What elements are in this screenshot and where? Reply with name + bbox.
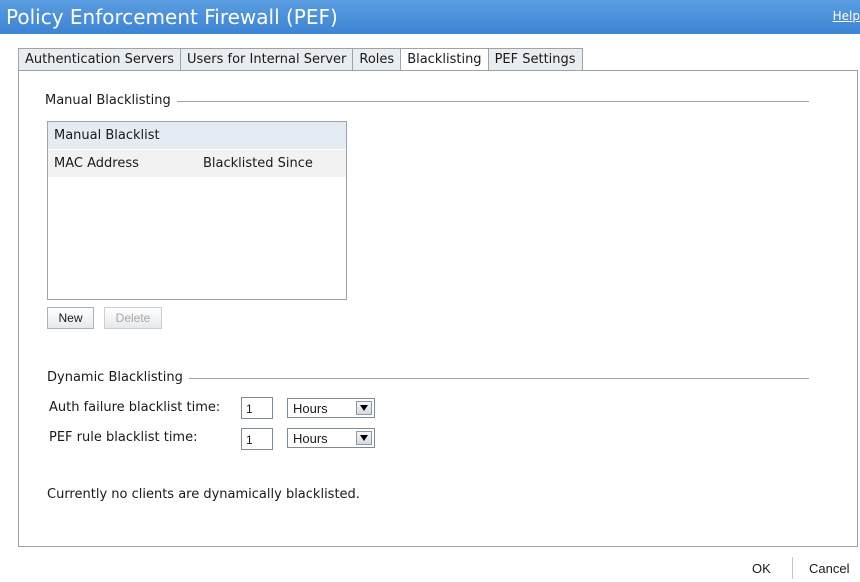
pef-rule-time-input[interactable]: 1 bbox=[241, 428, 273, 450]
tab-blacklisting[interactable]: Blacklisting bbox=[400, 48, 488, 71]
tab-pef-settings[interactable]: PEF Settings bbox=[487, 48, 583, 71]
table-column-headers: MAC Address Blacklisted Since bbox=[48, 150, 346, 177]
cancel-button[interactable]: Cancel bbox=[809, 561, 849, 576]
auth-failure-unit-select[interactable]: Hours bbox=[287, 398, 375, 418]
ok-button[interactable]: OK bbox=[752, 561, 771, 576]
pef-rule-unit-select[interactable]: Hours bbox=[287, 428, 375, 448]
blacklisting-panel: Manual Blacklisting Manual Blacklist MAC… bbox=[18, 70, 858, 547]
help-link[interactable]: Help bbox=[833, 9, 860, 23]
delete-button[interactable]: Delete bbox=[104, 307, 162, 329]
footer-divider bbox=[792, 557, 793, 579]
auth-failure-unit-value: Hours bbox=[293, 401, 328, 416]
tab-users-for-internal-server[interactable]: Users for Internal Server bbox=[179, 48, 353, 71]
pef-rule-label: PEF rule blacklist time: bbox=[49, 430, 198, 445]
chevron-down-icon[interactable] bbox=[356, 401, 372, 415]
column-mac-address[interactable]: MAC Address bbox=[54, 150, 139, 177]
auth-failure-time-input[interactable]: 1 bbox=[241, 397, 273, 419]
tab-bar: Authentication Servers Users for Interna… bbox=[18, 48, 583, 71]
manual-blacklist-table[interactable]: Manual Blacklist MAC Address Blacklisted… bbox=[47, 121, 347, 300]
tab-roles[interactable]: Roles bbox=[352, 48, 401, 71]
auth-failure-label: Auth failure blacklist time: bbox=[49, 400, 221, 415]
tab-authentication-servers[interactable]: Authentication Servers bbox=[18, 48, 180, 71]
manual-blacklist-header: Manual Blacklist bbox=[48, 122, 346, 150]
dynamic-status-text: Currently no clients are dynamically bla… bbox=[47, 487, 360, 502]
manual-section-title: Manual Blacklisting bbox=[45, 93, 177, 108]
window-title: Policy Enforcement Firewall (PEF) bbox=[6, 5, 338, 29]
dynamic-section-title: Dynamic Blacklisting bbox=[47, 370, 189, 385]
chevron-down-icon[interactable] bbox=[356, 431, 372, 445]
pef-rule-unit-value: Hours bbox=[293, 431, 328, 446]
column-blacklisted-since[interactable]: Blacklisted Since bbox=[203, 150, 313, 177]
new-button[interactable]: New bbox=[47, 307, 94, 329]
title-bar: Policy Enforcement Firewall (PEF) Help bbox=[0, 0, 860, 34]
